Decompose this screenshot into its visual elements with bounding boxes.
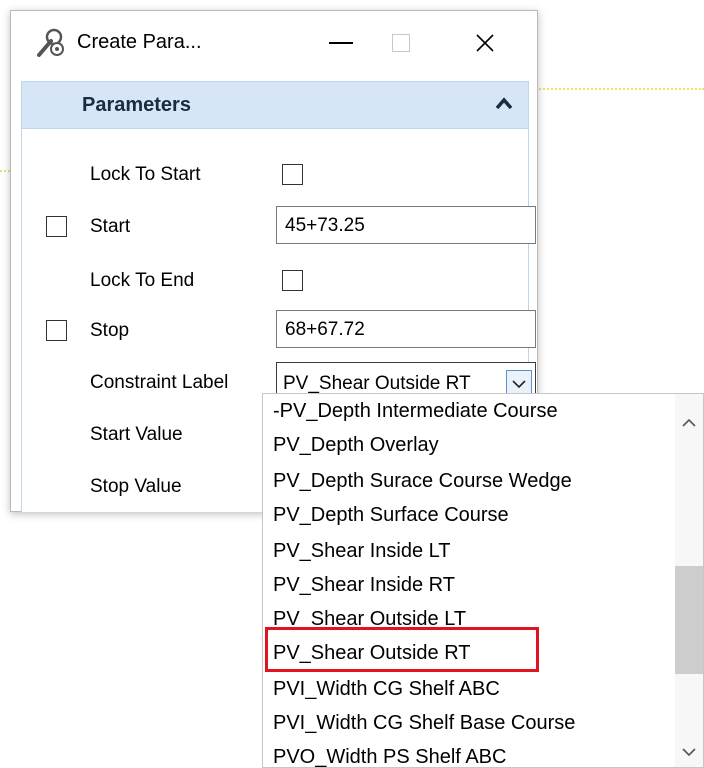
stop-label: Stop xyxy=(90,320,130,341)
stop-value-label: Stop Value xyxy=(90,476,182,497)
start-label: Start xyxy=(90,216,131,237)
stop-enable-checkbox[interactable] xyxy=(46,320,67,341)
selection-highlight xyxy=(265,627,539,672)
stop-field[interactable]: 68+67.72 xyxy=(276,310,536,348)
lock-to-end-checkbox[interactable] xyxy=(282,270,303,291)
list-item[interactable]: PVI_Width CG Shelf Base Course xyxy=(273,712,575,735)
parameters-panel-header[interactable]: Parameters xyxy=(22,82,528,129)
lock-to-start-checkbox[interactable] xyxy=(282,164,303,185)
lock-to-end-label: Lock To End xyxy=(90,270,195,291)
list-item[interactable]: PV_Depth Surace Course Wedge xyxy=(273,470,572,493)
lock-to-start-label: Lock To Start xyxy=(90,164,201,185)
background-trace xyxy=(0,170,10,172)
chevron-up-icon[interactable] xyxy=(682,418,696,428)
window-title: Create Para... xyxy=(77,31,202,53)
start-value-label: Start Value xyxy=(90,424,183,445)
close-icon xyxy=(476,34,494,52)
list-item[interactable]: PV_Depth Overlay xyxy=(273,434,439,457)
close-button[interactable] xyxy=(455,11,515,75)
chevron-down-icon xyxy=(512,380,526,389)
maximize-button[interactable] xyxy=(371,11,431,75)
list-item[interactable]: PV_Depth Surface Course xyxy=(273,504,509,527)
start-enable-checkbox[interactable] xyxy=(46,216,67,237)
start-field[interactable]: 45+73.25 xyxy=(276,206,536,244)
chevron-down-icon[interactable] xyxy=(682,747,696,757)
panel-title: Parameters xyxy=(82,94,191,116)
wrench-gear-icon xyxy=(37,28,64,57)
chevron-up-icon[interactable] xyxy=(494,96,514,112)
background-trace xyxy=(536,88,704,90)
constraint-label-dropdown-list[interactable]: -PV_Depth Intermediate Course PV_Depth O… xyxy=(262,393,704,768)
list-item[interactable]: PVI_Width CG Shelf ABC xyxy=(273,678,500,701)
list-item[interactable]: PV_Shear Inside LT xyxy=(273,540,451,563)
constraint-label-value: PV_Shear Outside RT xyxy=(283,373,471,394)
minimize-icon xyxy=(329,42,353,44)
list-item[interactable]: -PV_Depth Intermediate Course xyxy=(273,400,558,423)
title-bar[interactable]: Create Para... xyxy=(11,11,537,75)
list-item[interactable]: PV_Shear Inside RT xyxy=(273,574,455,597)
constraint-label-label: Constraint Label xyxy=(90,372,229,393)
scrollbar-thumb[interactable] xyxy=(675,566,703,674)
maximize-icon xyxy=(392,34,410,52)
list-item[interactable]: PVO_Width PS Shelf ABC xyxy=(273,746,506,767)
minimize-button[interactable] xyxy=(311,11,371,75)
